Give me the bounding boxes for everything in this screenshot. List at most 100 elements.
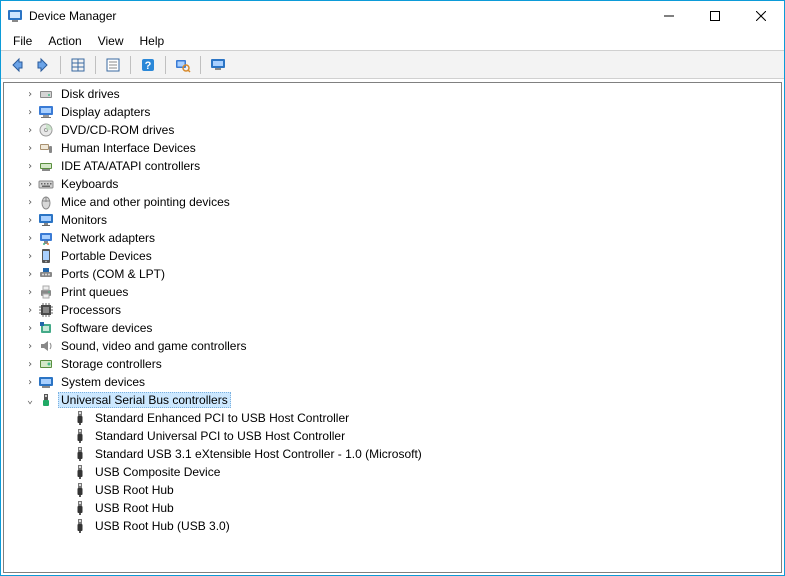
tree-device[interactable]: Standard USB 3.1 eXtensible Host Control…	[4, 445, 781, 463]
chevron-right-icon[interactable]: ›	[22, 377, 38, 388]
chevron-right-icon[interactable]: ›	[22, 89, 38, 100]
tree-device[interactable]: USB Composite Device	[4, 463, 781, 481]
tree-category[interactable]: › Keyboards	[4, 175, 781, 193]
toolbar-separator	[95, 56, 96, 74]
device-tree[interactable]: › Disk drives › Display adapters › DVD/CD-ROM…	[3, 82, 782, 573]
tree-category-label[interactable]: Software devices	[58, 320, 155, 336]
tree-device[interactable]: Standard Universal PCI to USB Host Contr…	[4, 427, 781, 445]
keyboard-icon	[38, 176, 54, 192]
tree-category-label[interactable]: Sound, video and game controllers	[58, 338, 249, 354]
tree-category[interactable]: › System devices	[4, 373, 781, 391]
tree-category[interactable]: › IDE ATA/ATAPI controllers	[4, 157, 781, 175]
tree-category-label[interactable]: IDE ATA/ATAPI controllers	[58, 158, 203, 174]
tree-category-label[interactable]: Print queues	[58, 284, 131, 300]
tree-category-label[interactable]: Storage controllers	[58, 356, 165, 372]
menu-view[interactable]: View	[90, 32, 132, 50]
tree-category-label[interactable]: System devices	[58, 374, 148, 390]
toolbar-show-hidden-button[interactable]	[66, 54, 90, 76]
usb-icon	[38, 392, 54, 408]
device-manager-window: Device Manager File Action View Help › Di…	[0, 0, 785, 576]
chevron-right-icon[interactable]: ›	[22, 251, 38, 262]
network-icon	[38, 230, 54, 246]
tree-category[interactable]: › Human Interface Devices	[4, 139, 781, 157]
toolbar-properties-button[interactable]	[101, 54, 125, 76]
tree-category-label[interactable]: DVD/CD-ROM drives	[58, 122, 177, 138]
tree-device[interactable]: USB Root Hub	[4, 481, 781, 499]
chevron-right-icon[interactable]: ›	[22, 197, 38, 208]
tree-category-label[interactable]: Keyboards	[58, 176, 121, 192]
chevron-right-icon[interactable]: ›	[22, 215, 38, 226]
usb-plug-icon	[72, 464, 88, 480]
tree-device-label[interactable]: USB Composite Device	[92, 464, 223, 480]
chevron-right-icon[interactable]: ›	[22, 143, 38, 154]
tree-device[interactable]: USB Root Hub	[4, 499, 781, 517]
tree-category[interactable]: › Processors	[4, 301, 781, 319]
tree-category[interactable]: › Network adapters	[4, 229, 781, 247]
chevron-right-icon[interactable]: ›	[22, 305, 38, 316]
chevron-right-icon[interactable]: ›	[22, 233, 38, 244]
tree-category[interactable]: › Mice and other pointing devices	[4, 193, 781, 211]
tree-category[interactable]: › Software devices	[4, 319, 781, 337]
usb-plug-icon	[72, 446, 88, 462]
tree-device-label[interactable]: USB Root Hub	[92, 500, 177, 516]
tree-category[interactable]: › DVD/CD-ROM drives	[4, 121, 781, 139]
tree-category-label[interactable]: Network adapters	[58, 230, 158, 246]
tree-device-label[interactable]: Standard Universal PCI to USB Host Contr…	[92, 428, 348, 444]
tree-category[interactable]: ⌄ Universal Serial Bus controllers	[4, 391, 781, 409]
menu-action[interactable]: Action	[40, 32, 89, 50]
tree-category-label[interactable]: Disk drives	[58, 86, 123, 102]
tree-category-label[interactable]: Processors	[58, 302, 124, 318]
minimize-button[interactable]	[646, 1, 692, 31]
toolbar-help-button[interactable]	[136, 54, 160, 76]
tree-device-label[interactable]: Standard USB 3.1 eXtensible Host Control…	[92, 446, 425, 462]
tree-device[interactable]: USB Root Hub (USB 3.0)	[4, 517, 781, 535]
chevron-down-icon[interactable]: ⌄	[22, 395, 38, 406]
tree-category[interactable]: › Monitors	[4, 211, 781, 229]
tree-category-label[interactable]: Monitors	[58, 212, 110, 228]
tree-category-label[interactable]: Human Interface Devices	[58, 140, 199, 156]
tree-category-label[interactable]: Mice and other pointing devices	[58, 194, 233, 210]
printer-icon	[38, 284, 54, 300]
window-controls	[646, 1, 784, 31]
chevron-right-icon[interactable]: ›	[22, 323, 38, 334]
tree-category-label[interactable]: Display adapters	[58, 104, 153, 120]
tree-category[interactable]: › Print queues	[4, 283, 781, 301]
maximize-button[interactable]	[692, 1, 738, 31]
tree-category[interactable]: › Ports (COM & LPT)	[4, 265, 781, 283]
tree-category[interactable]: › Storage controllers	[4, 355, 781, 373]
sound-icon	[38, 338, 54, 354]
usb-plug-icon	[72, 428, 88, 444]
usb-plug-icon	[72, 410, 88, 426]
chevron-right-icon[interactable]: ›	[22, 125, 38, 136]
toolbar-back-button[interactable]	[5, 54, 29, 76]
tree-device[interactable]: Standard Enhanced PCI to USB Host Contro…	[4, 409, 781, 427]
chevron-right-icon[interactable]: ›	[22, 341, 38, 352]
toolbar-forward-button[interactable]	[31, 54, 55, 76]
chevron-right-icon[interactable]: ›	[22, 179, 38, 190]
tree-category[interactable]: › Display adapters	[4, 103, 781, 121]
tree-device-label[interactable]: USB Root Hub (USB 3.0)	[92, 518, 233, 534]
tree-category-label[interactable]: Ports (COM & LPT)	[58, 266, 168, 282]
chevron-right-icon[interactable]: ›	[22, 287, 38, 298]
toolbar-devices-button[interactable]	[206, 54, 230, 76]
tree-category[interactable]: › Portable Devices	[4, 247, 781, 265]
window-title: Device Manager	[29, 9, 646, 23]
ide-icon	[38, 158, 54, 174]
tree-device-label[interactable]: USB Root Hub	[92, 482, 177, 498]
system-icon	[38, 374, 54, 390]
menu-file[interactable]: File	[5, 32, 40, 50]
chevron-right-icon[interactable]: ›	[22, 107, 38, 118]
tree-category[interactable]: › Disk drives	[4, 85, 781, 103]
close-button[interactable]	[738, 1, 784, 31]
chevron-right-icon[interactable]: ›	[22, 359, 38, 370]
tree-device-label[interactable]: Standard Enhanced PCI to USB Host Contro…	[92, 410, 352, 426]
tree-category-label[interactable]: Universal Serial Bus controllers	[58, 392, 231, 408]
tree-category[interactable]: › Sound, video and game controllers	[4, 337, 781, 355]
toolbar-scan-button[interactable]	[171, 54, 195, 76]
menu-help[interactable]: Help	[132, 32, 173, 50]
chevron-right-icon[interactable]: ›	[22, 161, 38, 172]
titlebar[interactable]: Device Manager	[1, 1, 784, 31]
chevron-right-icon[interactable]: ›	[22, 269, 38, 280]
app-icon	[7, 8, 23, 24]
tree-category-label[interactable]: Portable Devices	[58, 248, 155, 264]
